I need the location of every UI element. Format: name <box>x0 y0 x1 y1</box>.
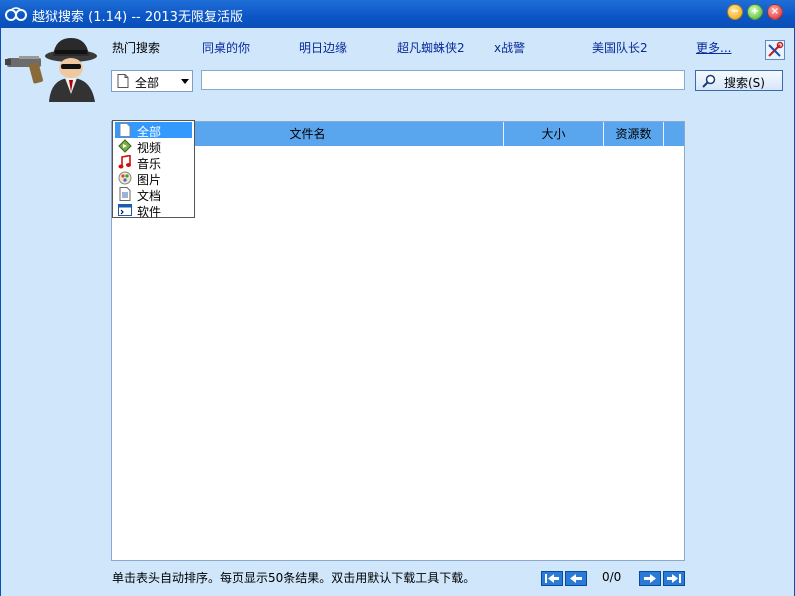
table-header: 文件名 大小 资源数 <box>112 122 684 146</box>
page-indicator: 0/0 <box>602 570 622 584</box>
close-button[interactable]: × <box>767 4 783 20</box>
previous-page-button[interactable] <box>565 571 587 586</box>
detective-with-gun-logo <box>5 38 97 102</box>
menu-item-document[interactable]: 文档 <box>115 186 192 203</box>
column-header-size[interactable]: 大小 <box>504 122 604 146</box>
hot-search-link-4[interactable]: x战警 <box>494 39 525 56</box>
search-input[interactable] <box>201 70 685 90</box>
menu-item-video[interactable]: 视频 <box>115 138 192 155</box>
more-link[interactable]: 更多... <box>696 39 731 56</box>
last-page-button[interactable] <box>663 571 685 586</box>
maximize-icon: + <box>750 6 760 17</box>
next-page-button[interactable] <box>639 571 661 586</box>
last-page-icon <box>667 574 681 583</box>
arrow-left-icon <box>570 574 582 583</box>
video-icon <box>118 139 132 153</box>
document-icon <box>119 123 131 137</box>
main-panel: 热门搜索 同桌的你 明日边缘 超凡蜘蛛侠2 x战警 美国队长2 更多... 全部… <box>0 28 795 596</box>
status-hint: 单击表头自动排序。每页显示50条结果。双击用默认下载工具下载。 <box>112 571 476 585</box>
title-bar[interactable]: 越狱搜索 (1.14) -- 2013无限复活版 − + × <box>0 0 795 28</box>
hot-search-link-5[interactable]: 美国队长2 <box>592 39 648 56</box>
music-note-icon <box>118 155 131 169</box>
minimize-button[interactable]: − <box>727 4 743 20</box>
hot-search-label: 热门搜索 <box>112 41 161 55</box>
minimize-icon: − <box>730 6 740 17</box>
document-icon <box>117 74 129 88</box>
search-button-label: 搜索(S) <box>724 76 765 90</box>
category-combobox[interactable]: 全部 <box>111 70 193 92</box>
hot-search-link-1[interactable]: 同桌的你 <box>202 39 250 56</box>
tools-icon <box>768 41 784 57</box>
maximize-button[interactable]: + <box>747 4 763 20</box>
hot-search-link-2[interactable]: 明日边缘 <box>299 39 347 56</box>
menu-item-software[interactable]: 软件 <box>115 202 192 219</box>
column-header-resource-count[interactable]: 资源数 <box>604 122 664 146</box>
menu-item-picture[interactable]: 图片 <box>115 170 192 187</box>
handcuffs-icon <box>5 7 27 21</box>
chevron-down-icon <box>181 79 189 84</box>
menu-item-all[interactable]: 全部 <box>115 122 192 139</box>
window-title: 越狱搜索 (1.14) -- 2013无限复活版 <box>32 10 243 25</box>
text-document-icon <box>119 187 131 201</box>
software-icon <box>118 204 132 216</box>
menu-item-music[interactable]: 音乐 <box>115 154 192 171</box>
tools-button[interactable] <box>765 40 785 60</box>
results-table[interactable]: 文件名 大小 资源数 <box>111 121 685 561</box>
close-icon: × <box>770 6 780 17</box>
picture-icon <box>118 171 132 185</box>
hot-search-link-3[interactable]: 超凡蜘蛛侠2 <box>397 39 465 56</box>
first-page-button[interactable] <box>541 571 563 586</box>
category-dropdown-menu: 全部 视频 音乐 图片 文档 软件 <box>112 120 195 219</box>
search-button[interactable]: 搜索(S) <box>695 70 783 91</box>
menu-item-label: 软件 <box>137 205 162 219</box>
first-page-icon <box>545 574 559 583</box>
category-selected-value: 全部 <box>135 76 160 90</box>
magnifier-icon <box>702 74 716 88</box>
arrow-right-icon <box>644 574 656 583</box>
